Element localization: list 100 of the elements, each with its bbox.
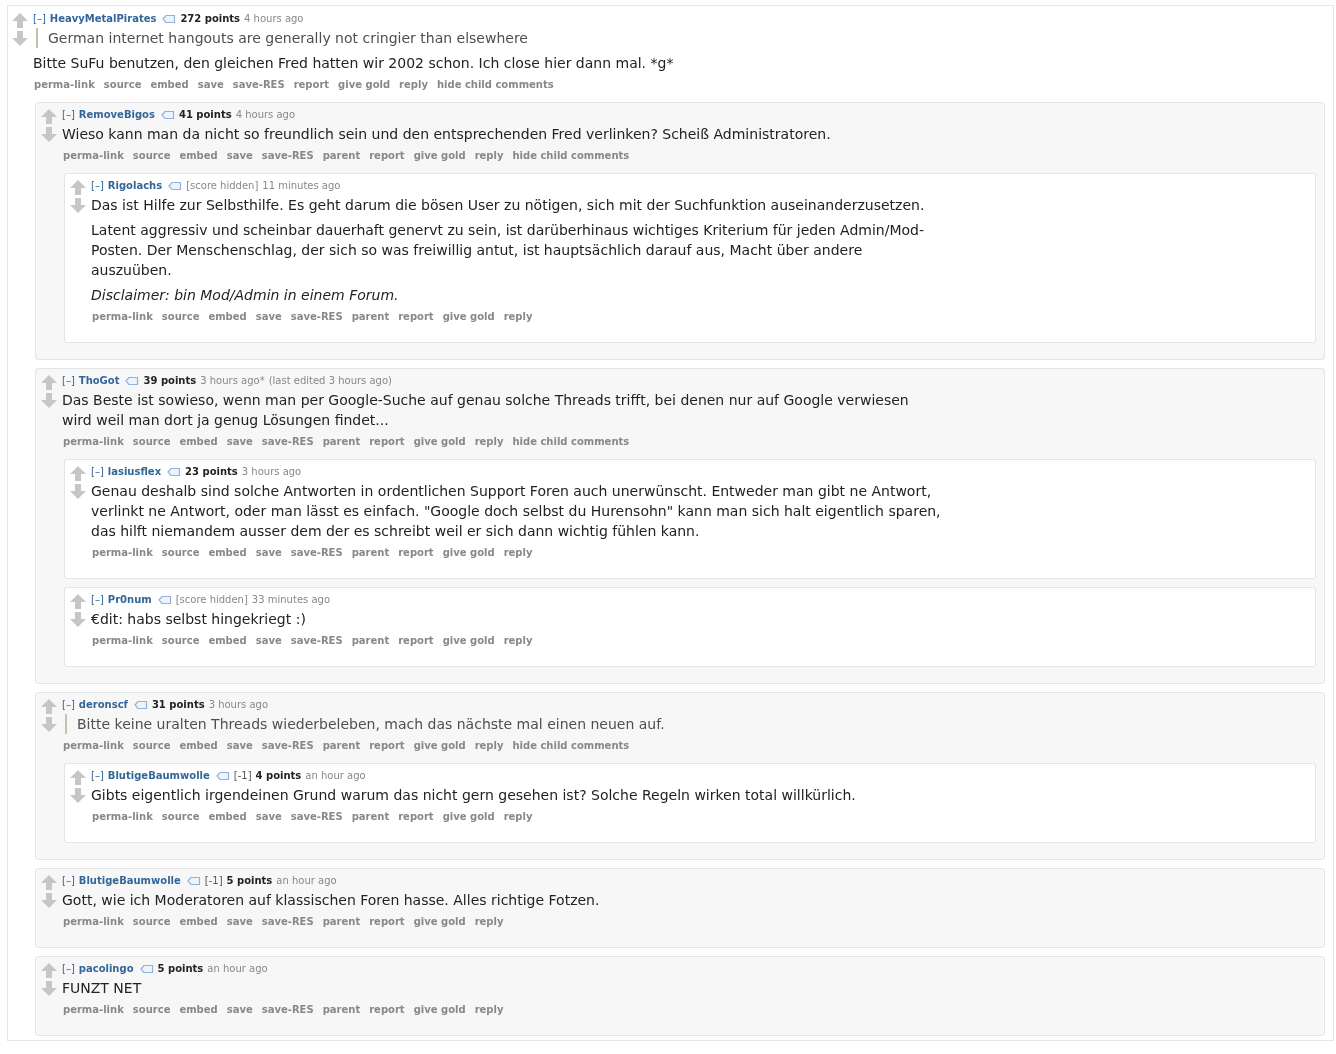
action-link[interactable]: save-RES (232, 78, 285, 92)
action-link[interactable]: source (132, 149, 171, 163)
action-link[interactable]: reply (474, 739, 504, 753)
action-link[interactable]: reply (474, 149, 504, 163)
action-link[interactable]: parent (351, 810, 390, 824)
action-link[interactable]: embed (150, 78, 189, 92)
upvote-icon[interactable] (40, 375, 58, 390)
action-link[interactable]: parent (351, 546, 390, 560)
upvote-icon[interactable] (40, 109, 58, 124)
upvote-icon[interactable] (40, 875, 58, 890)
action-link[interactable]: parent (322, 435, 361, 449)
action-link[interactable]: embed (208, 634, 247, 648)
action-link[interactable]: report (398, 634, 434, 648)
collapse-toggle[interactable]: [–] (91, 593, 104, 607)
action-link[interactable]: save (255, 546, 282, 560)
action-link[interactable]: perma-link (92, 634, 153, 648)
upvote-icon[interactable] (40, 699, 58, 714)
action-link[interactable]: embed (208, 310, 247, 324)
action-link[interactable]: source (103, 78, 142, 92)
action-link[interactable]: reply (503, 810, 533, 824)
action-link[interactable]: hide child comments (512, 435, 630, 449)
action-link[interactable]: save (255, 810, 282, 824)
action-link[interactable]: save (255, 310, 282, 324)
collapse-toggle[interactable]: [–] (91, 465, 104, 479)
action-link[interactable]: reply (474, 915, 504, 929)
action-link[interactable]: embed (179, 915, 218, 929)
downvote-icon[interactable] (40, 893, 58, 908)
action-link[interactable]: perma-link (92, 810, 153, 824)
collapse-toggle[interactable]: [–] (91, 179, 104, 193)
action-link[interactable]: save-RES (261, 739, 314, 753)
action-link[interactable]: reply (474, 1003, 504, 1017)
action-link[interactable]: embed (208, 810, 247, 824)
action-link[interactable]: save-RES (290, 546, 343, 560)
downvote-icon[interactable] (69, 198, 87, 213)
action-link[interactable]: hide child comments (512, 739, 630, 753)
action-link[interactable]: parent (351, 310, 390, 324)
action-link[interactable]: save-RES (290, 810, 343, 824)
action-link[interactable]: give gold (413, 1003, 466, 1017)
action-link[interactable]: save-RES (261, 149, 314, 163)
action-link[interactable]: report (398, 310, 434, 324)
action-link[interactable]: reply (503, 634, 533, 648)
collapse-toggle[interactable]: [–] (62, 874, 75, 888)
action-link[interactable]: source (161, 634, 200, 648)
action-link[interactable]: save-RES (290, 634, 343, 648)
action-link[interactable]: give gold (413, 435, 466, 449)
upvote-icon[interactable] (69, 770, 87, 785)
action-link[interactable]: save (197, 78, 224, 92)
collapse-toggle[interactable]: [–] (91, 769, 104, 783)
action-link[interactable]: save (226, 149, 253, 163)
action-link[interactable]: give gold (413, 149, 466, 163)
downvote-icon[interactable] (69, 788, 87, 803)
action-link[interactable]: save-RES (261, 435, 314, 449)
action-link[interactable]: give gold (338, 78, 391, 92)
downvote-icon[interactable] (11, 31, 29, 46)
action-link[interactable]: report (398, 810, 434, 824)
downvote-icon[interactable] (69, 484, 87, 499)
action-link[interactable]: give gold (413, 739, 466, 753)
action-link[interactable]: reply (503, 546, 533, 560)
collapse-toggle[interactable]: [–] (62, 108, 75, 122)
action-link[interactable]: embed (179, 435, 218, 449)
downvote-icon[interactable] (40, 127, 58, 142)
action-link[interactable]: perma-link (92, 546, 153, 560)
action-link[interactable]: give gold (442, 810, 495, 824)
upvote-icon[interactable] (11, 13, 29, 28)
action-link[interactable]: source (161, 810, 200, 824)
action-link[interactable]: embed (179, 149, 218, 163)
author-link[interactable]: HeavyMetalPirates (49, 12, 157, 26)
action-link[interactable]: perma-link (63, 1003, 124, 1017)
action-link[interactable]: source (161, 310, 200, 324)
action-link[interactable]: embed (208, 546, 247, 560)
action-link[interactable]: report (369, 149, 405, 163)
action-link[interactable]: perma-link (34, 78, 95, 92)
action-link[interactable]: parent (322, 739, 361, 753)
action-link[interactable]: give gold (442, 310, 495, 324)
author-link[interactable]: ThoGot (78, 374, 120, 388)
action-link[interactable]: embed (179, 1003, 218, 1017)
action-link[interactable]: save (226, 739, 253, 753)
action-link[interactable]: reply (399, 78, 428, 92)
downvote-icon[interactable] (40, 717, 58, 732)
author-link[interactable]: BlutigeBaumwolle (107, 769, 210, 783)
author-link[interactable]: Pr0num (107, 593, 152, 607)
action-link[interactable]: report (369, 739, 405, 753)
author-link[interactable]: pacolingo (78, 962, 134, 976)
action-link[interactable]: perma-link (63, 739, 124, 753)
action-link[interactable]: save-RES (290, 310, 343, 324)
action-link[interactable]: parent (322, 1003, 361, 1017)
downvote-icon[interactable] (40, 393, 58, 408)
action-link[interactable]: source (132, 435, 171, 449)
action-link[interactable]: source (132, 739, 171, 753)
action-link[interactable]: parent (351, 634, 390, 648)
action-link[interactable]: give gold (442, 546, 495, 560)
action-link[interactable]: hide child comments (436, 78, 554, 92)
action-link[interactable]: save (226, 915, 253, 929)
author-link[interactable]: BlutigeBaumwolle (78, 874, 181, 888)
action-link[interactable]: save-RES (261, 915, 314, 929)
action-link[interactable]: perma-link (63, 915, 124, 929)
action-link[interactable]: perma-link (92, 310, 153, 324)
upvote-icon[interactable] (69, 594, 87, 609)
action-link[interactable]: perma-link (63, 435, 124, 449)
action-link[interactable]: report (369, 1003, 405, 1017)
